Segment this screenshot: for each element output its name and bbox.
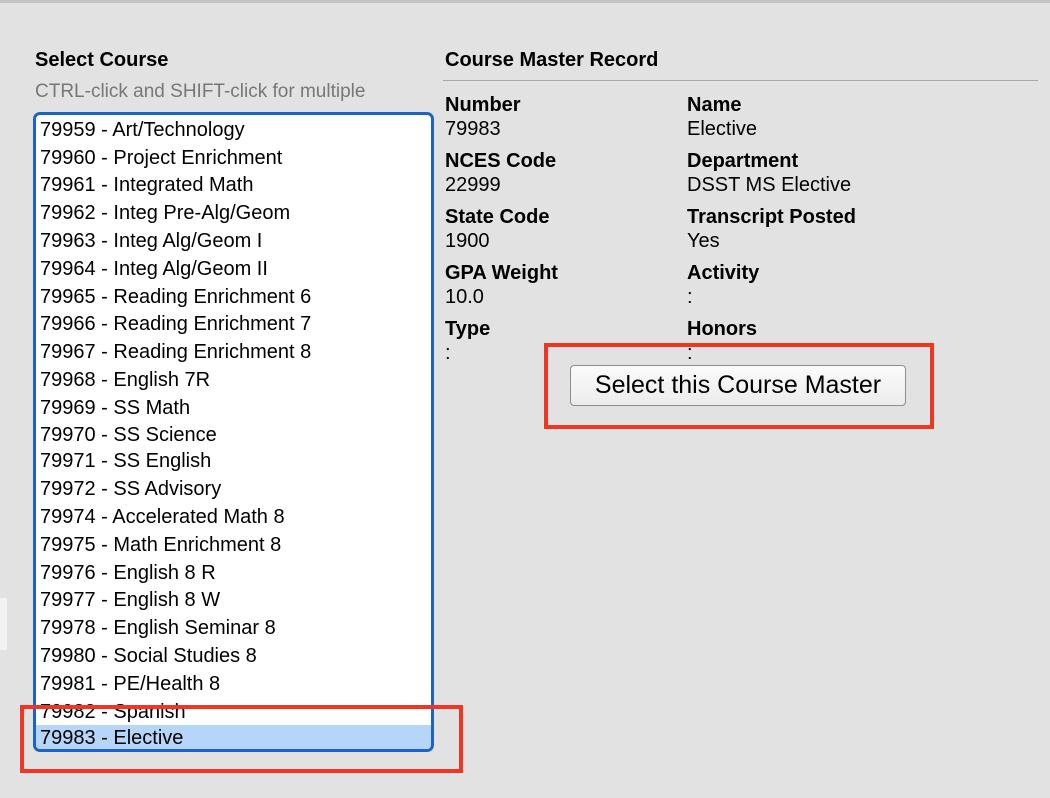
- course-listbox[interactable]: 79959 - Art/Technology 79960 - Project En…: [33, 112, 434, 752]
- transcript-posted-value: Yes: [687, 230, 720, 252]
- annotation-box-selected-item: [20, 705, 463, 773]
- nces-code-value: 22999: [445, 174, 501, 196]
- course-option[interactable]: 79978 - English Seminar 8: [36, 615, 431, 641]
- number-label: Number: [445, 94, 521, 116]
- course-option[interactable]: 79977 - English 8 W: [36, 587, 431, 613]
- course-option[interactable]: 79969 - SS Math: [36, 395, 431, 421]
- state-code-label: State Code: [445, 206, 550, 228]
- course-option[interactable]: 79967 - Reading Enrichment 8: [36, 339, 431, 365]
- course-option[interactable]: 79976 - English 8 R: [36, 560, 431, 586]
- select-course-heading: Select Course: [35, 49, 169, 71]
- course-option[interactable]: 79966 - Reading Enrichment 7: [36, 311, 431, 337]
- course-option[interactable]: 79970 - SS Science: [36, 422, 431, 448]
- course-option[interactable]: 79981 - PE/Health 8: [36, 671, 431, 697]
- activity-label: Activity: [687, 262, 760, 284]
- course-option[interactable]: 79959 - Art/Technology: [36, 117, 431, 143]
- activity-value: :: [687, 286, 693, 308]
- course-option[interactable]: 79968 - English 7R: [36, 367, 431, 393]
- department-label: Department: [687, 150, 799, 172]
- course-option[interactable]: 79963 - Integ Alg/Geom I: [36, 228, 431, 254]
- course-option[interactable]: 79961 - Integrated Math: [36, 172, 431, 198]
- multi-select-hint: CTRL-click and SHIFT-click for multiple: [35, 81, 366, 102]
- state-code-value: 1900: [445, 230, 490, 252]
- course-option[interactable]: 79965 - Reading Enrichment 6: [36, 284, 431, 310]
- course-option[interactable]: 79971 - SS English: [36, 448, 431, 474]
- type-label: Type: [445, 318, 491, 340]
- annotation-box-button: [544, 343, 934, 429]
- number-value: 79983: [445, 118, 501, 140]
- type-value: :: [445, 342, 451, 364]
- course-option[interactable]: 79964 - Integ Alg/Geom II: [36, 256, 431, 282]
- gpa-weight-label: GPA Weight: [445, 262, 558, 284]
- background-strip: [0, 598, 7, 650]
- top-border: [0, 0, 1050, 3]
- course-option[interactable]: 79972 - SS Advisory: [36, 476, 431, 502]
- course-option[interactable]: 79975 - Math Enrichment 8: [36, 532, 431, 558]
- record-divider: [443, 80, 1038, 81]
- transcript-posted-label: Transcript Posted: [687, 206, 856, 228]
- honors-label: Honors: [687, 318, 757, 340]
- name-label: Name: [687, 94, 742, 116]
- course-option[interactable]: 79980 - Social Studies 8: [36, 643, 431, 669]
- name-value: Elective: [687, 118, 758, 140]
- course-option[interactable]: 79974 - Accelerated Math 8: [36, 504, 431, 530]
- course-option[interactable]: 79962 - Integ Pre-Alg/Geom: [36, 200, 431, 226]
- course-master-record-heading: Course Master Record: [445, 49, 659, 71]
- nces-code-label: NCES Code: [445, 150, 557, 172]
- course-option[interactable]: 79960 - Project Enrichment: [36, 145, 431, 171]
- gpa-weight-value: 10.0: [445, 286, 484, 308]
- department-value: DSST MS Elective: [687, 174, 852, 196]
